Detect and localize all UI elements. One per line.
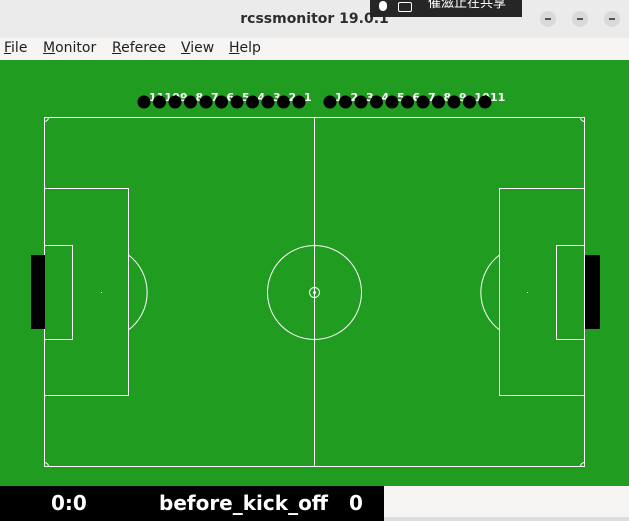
left-penalty-spot bbox=[101, 292, 102, 293]
soccer-field[interactable]: 1110987654321 1234567891011 bbox=[0, 60, 629, 486]
corner-arc-bottom-right bbox=[580, 462, 585, 467]
corner-arc-top-right bbox=[580, 117, 585, 122]
right-goal bbox=[585, 255, 600, 329]
menu-monitor[interactable]: Monitor bbox=[43, 40, 96, 56]
minimize-button[interactable] bbox=[540, 11, 556, 27]
microphone-icon bbox=[379, 1, 387, 11]
close-button[interactable] bbox=[604, 11, 620, 27]
title-bar: rcssmonitor 19.0.1 催滋止在共享 bbox=[0, 0, 629, 38]
right-goal-area bbox=[556, 245, 585, 340]
right-penalty-area bbox=[499, 188, 585, 396]
score: 0:0 bbox=[51, 491, 87, 515]
corner-arc-top-left bbox=[44, 117, 49, 122]
game-time: 0 bbox=[349, 491, 363, 515]
left-goal-area bbox=[44, 245, 73, 340]
right-team-player-number: 11 bbox=[490, 91, 505, 104]
screen-share-icon bbox=[398, 2, 412, 12]
screen-share-banner[interactable]: 催滋止在共享 bbox=[370, 0, 522, 17]
corner-arc-bottom-left bbox=[44, 462, 49, 467]
left-penalty-arc bbox=[128, 254, 148, 331]
share-banner-text: 催滋止在共享 bbox=[428, 0, 507, 11]
menu-bar: File Monitor Referee View Help bbox=[0, 38, 629, 60]
menu-view[interactable]: View bbox=[181, 40, 214, 56]
menu-referee[interactable]: Referee bbox=[112, 40, 166, 56]
left-penalty-area bbox=[44, 188, 129, 396]
play-mode: before_kick_off bbox=[159, 491, 329, 515]
right-penalty-arc bbox=[480, 254, 500, 331]
field-drawing: 1110987654321 1234567891011 bbox=[31, 91, 600, 467]
left-team-player-number: 1 bbox=[304, 91, 312, 104]
ball bbox=[313, 291, 316, 294]
menu-file[interactable]: File bbox=[4, 40, 27, 56]
right-team-players: 1234567891011 bbox=[323, 91, 505, 109]
menu-help[interactable]: Help bbox=[229, 40, 261, 56]
right-penalty-spot bbox=[527, 292, 528, 293]
left-goal bbox=[31, 255, 45, 329]
score-board: 0:0 before_kick_off 0 bbox=[0, 486, 384, 521]
left-team-players: 1110987654321 bbox=[137, 91, 312, 109]
window-title: rcssmonitor 19.0.1 bbox=[240, 11, 389, 27]
maximize-button[interactable] bbox=[572, 11, 588, 27]
